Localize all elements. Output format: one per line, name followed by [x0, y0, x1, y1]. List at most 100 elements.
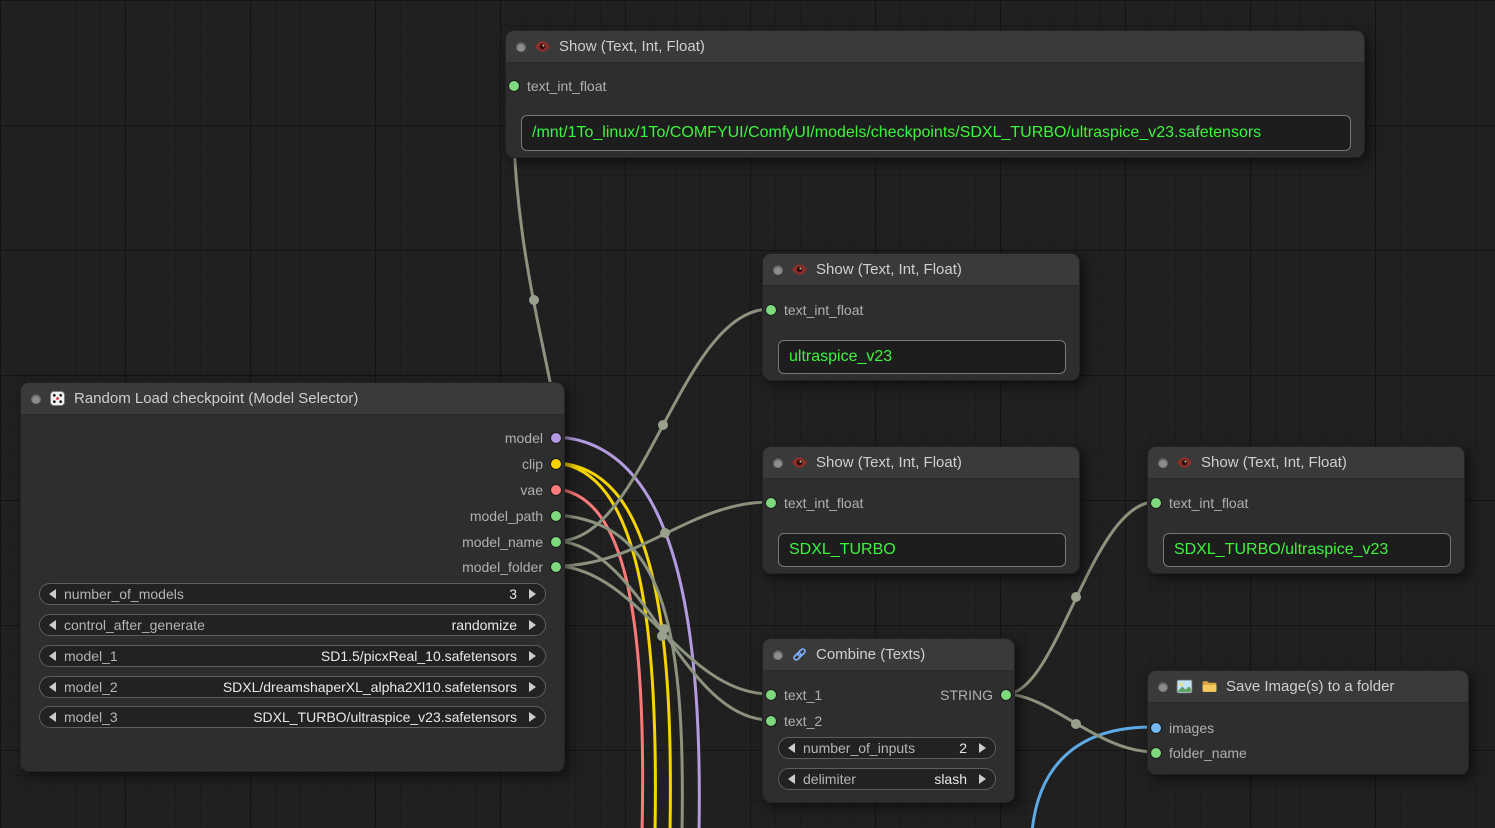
widget-value: SDXL/dreamshaperXL_alpha2Xl10.safetensor…	[223, 679, 521, 695]
node-title-bar[interactable]: Show (Text, Int, Float)	[1148, 447, 1464, 479]
input-dot[interactable]	[1151, 748, 1161, 758]
input-slot-folder-name[interactable]: folder_name	[1151, 743, 1247, 763]
input-slot-text-2[interactable]: text_2	[766, 711, 822, 731]
collapse-dot[interactable]	[516, 42, 526, 52]
widget-number-of-inputs[interactable]: number_of_inputs 2	[778, 737, 996, 759]
collapse-dot[interactable]	[1158, 682, 1168, 692]
decrement-arrow-icon[interactable]	[49, 712, 56, 722]
widget-number-of-models[interactable]: number_of_models 3	[39, 583, 546, 605]
node-combine-texts[interactable]: Combine (Texts) text_1 text_2 STRING num…	[762, 638, 1015, 803]
input-slot-label: text_int_float	[784, 302, 863, 318]
node-title-bar[interactable]: Combine (Texts)	[763, 639, 1014, 671]
decrement-arrow-icon[interactable]	[788, 774, 795, 784]
output-dot[interactable]	[551, 485, 561, 495]
link-midpoint-dot[interactable]	[657, 631, 667, 641]
collapse-dot[interactable]	[773, 650, 783, 660]
input-dot[interactable]	[766, 305, 776, 315]
increment-arrow-icon[interactable]	[979, 743, 986, 753]
decrement-arrow-icon[interactable]	[788, 743, 795, 753]
node-random-load-checkpoint[interactable]: Random Load checkpoint (Model Selector) …	[20, 382, 565, 772]
node-show-model-folder[interactable]: Show (Text, Int, Float) text_int_float S…	[762, 446, 1080, 574]
increment-arrow-icon[interactable]	[529, 682, 536, 692]
input-slot-text-int-float[interactable]: text_int_float	[766, 300, 863, 320]
output-slot-clip[interactable]: clip	[522, 454, 561, 474]
node-title-bar[interactable]: Random Load checkpoint (Model Selector)	[21, 383, 564, 415]
node-show-combined[interactable]: Show (Text, Int, Float) text_int_float S…	[1147, 446, 1465, 574]
eye-icon	[791, 454, 808, 471]
input-dot[interactable]	[766, 498, 776, 508]
widget-label: control_after_generate	[64, 617, 205, 633]
node-show-model-name[interactable]: Show (Text, Int, Float) text_int_float u…	[762, 253, 1080, 381]
link-midpoint-dot[interactable]	[660, 528, 670, 538]
widget-model-3[interactable]: model_3 SDXL_TURBO/ultraspice_v23.safete…	[39, 706, 546, 728]
output-slot-model-name[interactable]: model_name	[462, 532, 561, 552]
widget-value: SDXL_TURBO/ultraspice_v23.safetensors	[253, 709, 521, 725]
increment-arrow-icon[interactable]	[529, 712, 536, 722]
text-display[interactable]: /mnt/1To_linux/1To/COMFYUI/ComfyUI/model…	[521, 115, 1351, 151]
decrement-arrow-icon[interactable]	[49, 682, 56, 692]
input-dot[interactable]	[1151, 498, 1161, 508]
link-midpoint-dot[interactable]	[1071, 592, 1081, 602]
node-graph-canvas[interactable]: Show (Text, Int, Float) text_int_float /…	[0, 0, 1495, 828]
output-dot[interactable]	[551, 511, 561, 521]
output-slot-vae[interactable]: vae	[520, 480, 561, 500]
output-slot-model-path[interactable]: model_path	[470, 506, 561, 526]
eye-icon	[1176, 454, 1193, 471]
input-dot[interactable]	[766, 690, 776, 700]
collapse-dot[interactable]	[773, 265, 783, 275]
widget-label: number_of_inputs	[803, 740, 915, 756]
input-dot[interactable]	[1151, 723, 1161, 733]
input-slot-images[interactable]: images	[1151, 718, 1214, 738]
widget-label: delimiter	[803, 771, 856, 787]
input-slot-text-int-float[interactable]: text_int_float	[1151, 493, 1248, 513]
widget-control-after-generate[interactable]: control_after_generate randomize	[39, 614, 546, 636]
node-title-bar[interactable]: Save Image(s) to a folder	[1148, 671, 1468, 703]
decrement-arrow-icon[interactable]	[49, 589, 56, 599]
input-slot-label: text_int_float	[1169, 495, 1248, 511]
link-midpoint-dot[interactable]	[529, 295, 539, 305]
node-title-bar[interactable]: Show (Text, Int, Float)	[763, 447, 1079, 479]
increment-arrow-icon[interactable]	[529, 589, 536, 599]
node-save-images-to-folder[interactable]: Save Image(s) to a folder images folder_…	[1147, 670, 1469, 775]
wire-string-to-save	[1007, 694, 1155, 752]
output-dot[interactable]	[1001, 690, 1011, 700]
input-slot-text-1[interactable]: text_1	[766, 685, 822, 705]
node-title-bar[interactable]: Show (Text, Int, Float)	[506, 31, 1364, 63]
output-dot[interactable]	[551, 433, 561, 443]
text-display[interactable]: ultraspice_v23	[778, 340, 1066, 374]
input-slot-label: text_2	[784, 713, 822, 729]
decrement-arrow-icon[interactable]	[49, 620, 56, 630]
collapse-dot[interactable]	[773, 458, 783, 468]
output-slot-model-folder[interactable]: model_folder	[462, 557, 561, 577]
output-dot[interactable]	[551, 537, 561, 547]
wire-model-folder-to-combine	[557, 566, 770, 694]
input-slot-text-int-float[interactable]: text_int_float	[509, 76, 606, 96]
text-display[interactable]: SDXL_TURBO/ultraspice_v23	[1163, 533, 1451, 567]
link-midpoint-dot[interactable]	[658, 420, 668, 430]
output-dot[interactable]	[551, 562, 561, 572]
output-dot[interactable]	[551, 459, 561, 469]
decrement-arrow-icon[interactable]	[49, 651, 56, 661]
node-title: Show (Text, Int, Float)	[816, 454, 962, 471]
output-slot-string[interactable]: STRING	[940, 685, 1011, 705]
node-title-bar[interactable]: Show (Text, Int, Float)	[763, 254, 1079, 286]
widget-model-1[interactable]: model_1 SD1.5/picxReal_10.safetensors	[39, 645, 546, 667]
link-midpoint-dot[interactable]	[659, 624, 669, 634]
increment-arrow-icon[interactable]	[529, 651, 536, 661]
widget-model-2[interactable]: model_2 SDXL/dreamshaperXL_alpha2Xl10.sa…	[39, 676, 546, 698]
widget-delimiter[interactable]: delimiter slash	[778, 768, 996, 790]
link-midpoint-dot[interactable]	[1071, 719, 1081, 729]
image-icon	[1176, 678, 1193, 695]
increment-arrow-icon[interactable]	[529, 620, 536, 630]
input-dot[interactable]	[509, 81, 519, 91]
input-slot-text-int-float[interactable]: text_int_float	[766, 493, 863, 513]
input-dot[interactable]	[766, 716, 776, 726]
output-slot-model[interactable]: model	[505, 428, 561, 448]
wire-model-name-to-show	[557, 309, 770, 541]
node-show-full-path[interactable]: Show (Text, Int, Float) text_int_float /…	[505, 30, 1365, 158]
collapse-dot[interactable]	[31, 394, 41, 404]
increment-arrow-icon[interactable]	[979, 774, 986, 784]
collapse-dot[interactable]	[1158, 458, 1168, 468]
widget-value: SD1.5/picxReal_10.safetensors	[321, 648, 521, 664]
text-display[interactable]: SDXL_TURBO	[778, 533, 1066, 567]
